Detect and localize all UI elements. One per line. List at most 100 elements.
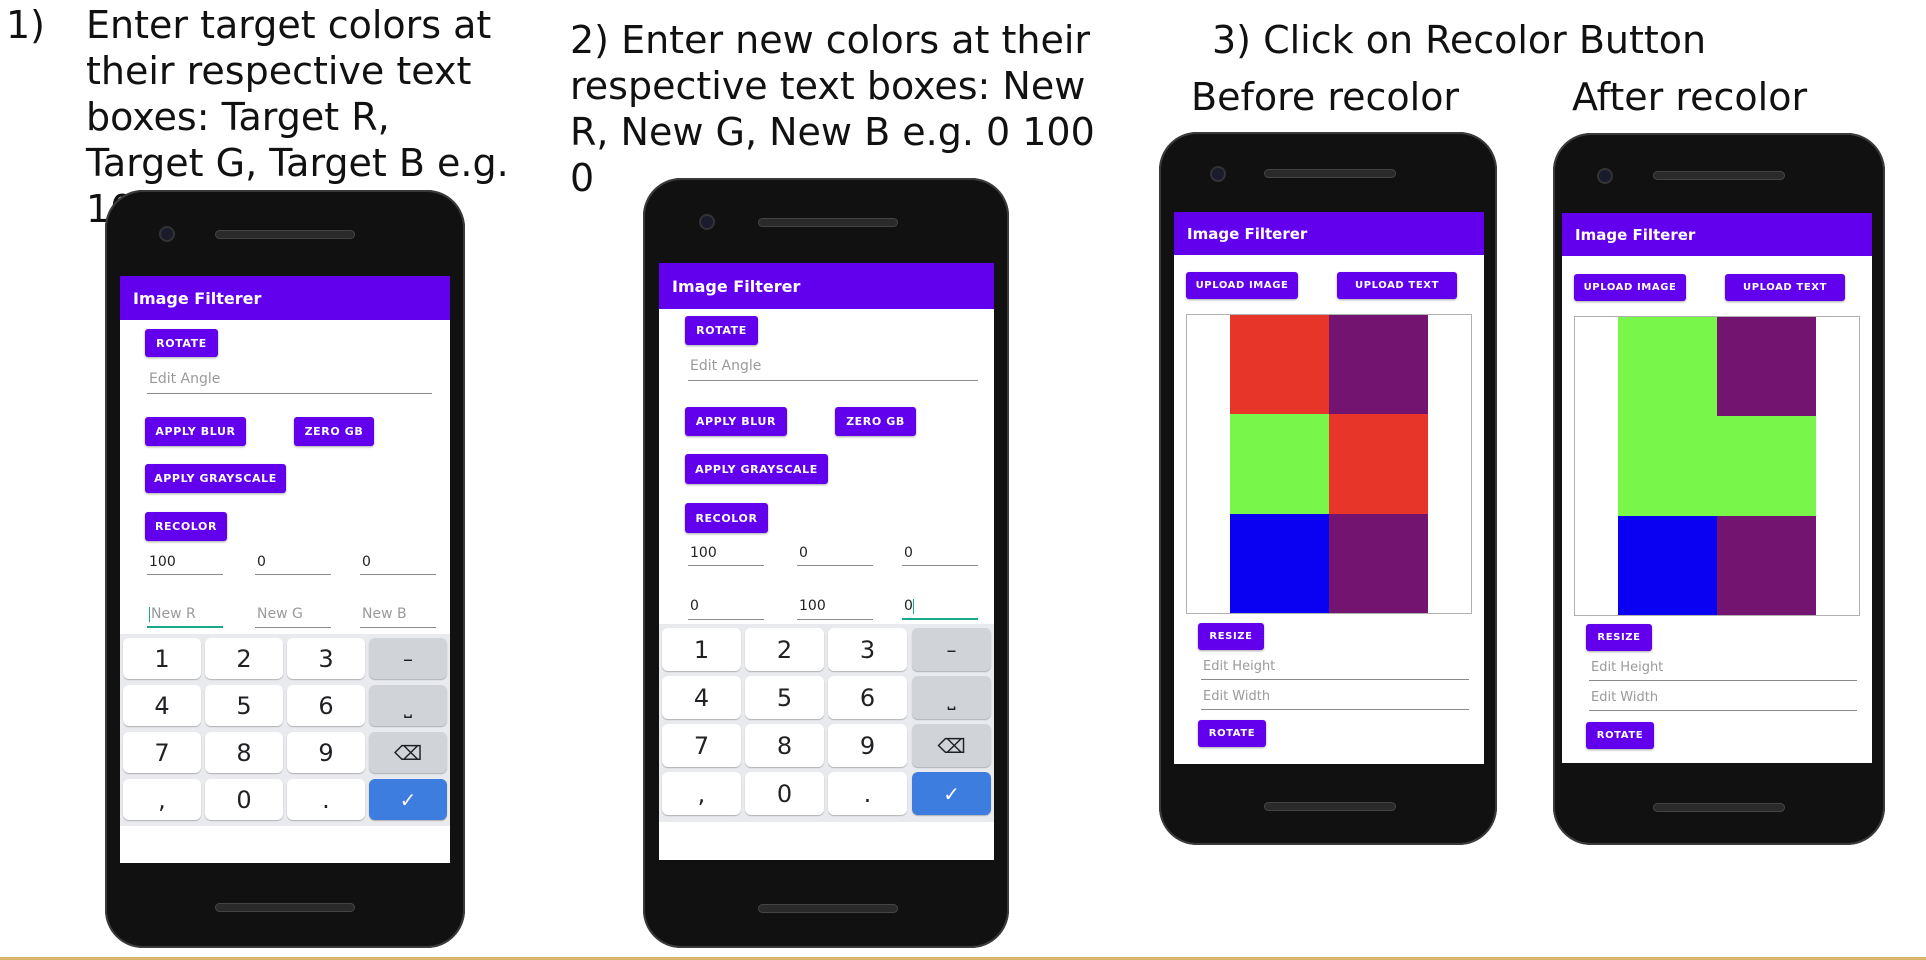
upload-text-button[interactable]: UPLOAD TEXT — [1337, 272, 1457, 299]
app-bar: Image Filterer — [120, 276, 450, 320]
key-0[interactable]: 0 — [205, 779, 283, 820]
edit-angle-input[interactable]: Edit Angle — [688, 358, 978, 381]
phone-2-screen: Image Filterer ROTATE Edit Angle APPLY B… — [659, 263, 994, 860]
upload-text-button[interactable]: UPLOAD TEXT — [1725, 274, 1845, 301]
color-block — [1717, 416, 1816, 516]
bottom-speaker — [1264, 802, 1396, 811]
rotate-button[interactable]: ROTATE — [685, 316, 758, 345]
before-recolor-label: Before recolor — [1191, 75, 1460, 119]
apply-grayscale-button[interactable]: APPLY GRAYSCALE — [145, 464, 286, 493]
edit-width-input[interactable]: Edit Width — [1201, 689, 1469, 710]
key-4[interactable]: 4 — [123, 685, 201, 726]
recolor-button[interactable]: RECOLOR — [145, 512, 227, 541]
key-1[interactable]: 1 — [662, 628, 741, 671]
bottom-speaker — [1653, 803, 1785, 812]
key-space[interactable]: ⎵ — [912, 676, 991, 719]
new-g-input[interactable]: New G — [255, 606, 331, 628]
phone-after-recolor: Image Filterer UPLOAD IMAGE UPLOAD TEXT … — [1553, 133, 1885, 845]
key-5[interactable]: 5 — [745, 676, 824, 719]
key-9[interactable]: 9 — [287, 732, 365, 773]
key-1[interactable]: 1 — [123, 638, 201, 679]
target-r-input[interactable]: 100 — [147, 554, 223, 575]
rotate-button[interactable]: ROTATE — [1586, 722, 1654, 749]
key-minus[interactable]: – — [912, 628, 991, 671]
upload-image-button[interactable]: UPLOAD IMAGE — [1186, 272, 1298, 299]
app-title: Image Filterer — [1575, 225, 1696, 244]
key-2[interactable]: 2 — [745, 628, 824, 671]
rotate-button[interactable]: ROTATE — [1198, 720, 1266, 747]
front-camera — [701, 216, 713, 228]
color-block — [1329, 414, 1428, 514]
edit-width-input[interactable]: Edit Width — [1589, 690, 1857, 711]
new-r-input[interactable]: New R — [147, 606, 223, 628]
key-space[interactable]: ⎵ — [369, 685, 447, 726]
key-comma[interactable]: , — [123, 779, 201, 820]
new-r-input[interactable]: 0 — [688, 598, 764, 620]
bottom-speaker — [758, 904, 898, 913]
rotate-button[interactable]: ROTATE — [145, 329, 218, 357]
target-b-input[interactable]: 0 — [902, 545, 978, 566]
key-3[interactable]: 3 — [828, 628, 907, 671]
key-2[interactable]: 2 — [205, 638, 283, 679]
before-screen: Image Filterer UPLOAD IMAGE UPLOAD TEXT … — [1174, 212, 1484, 764]
new-g-input[interactable]: 100 — [797, 598, 873, 620]
target-g-input[interactable]: 0 — [255, 554, 331, 575]
upload-image-button[interactable]: UPLOAD IMAGE — [1574, 274, 1686, 301]
edit-height-input[interactable]: Edit Height — [1589, 660, 1857, 681]
key-done[interactable]: ✓ — [912, 772, 991, 815]
target-g-input[interactable]: 0 — [797, 545, 873, 566]
key-3[interactable]: 3 — [287, 638, 365, 679]
numeric-keyboard: 1 2 3 – 4 5 6 ⎵ 7 8 9 ⌫ , 0 . ✓ — [120, 634, 450, 826]
app-title: Image Filterer — [672, 276, 801, 296]
resize-button[interactable]: RESIZE — [1586, 624, 1652, 651]
color-block — [1329, 513, 1428, 613]
target-r-input[interactable]: 100 — [688, 545, 764, 566]
phone-1: Image Filterer ROTATE Edit Angle APPLY B… — [105, 190, 465, 948]
apply-blur-button[interactable]: APPLY BLUR — [685, 407, 787, 436]
key-dot[interactable]: . — [828, 772, 907, 815]
key-9[interactable]: 9 — [828, 724, 907, 767]
zero-gb-button[interactable]: ZERO GB — [835, 407, 916, 436]
top-speaker — [758, 218, 898, 227]
edit-angle-input[interactable]: Edit Angle — [147, 371, 432, 394]
image-preview — [1186, 314, 1472, 614]
key-done[interactable]: ✓ — [369, 779, 447, 820]
numeric-keyboard: 1 2 3 – 4 5 6 ⎵ 7 8 9 ⌫ , 0 . ✓ — [659, 624, 994, 822]
apply-blur-button[interactable]: APPLY BLUR — [145, 417, 246, 446]
key-comma[interactable]: , — [662, 772, 741, 815]
app-bar: Image Filterer — [1562, 213, 1872, 256]
key-5[interactable]: 5 — [205, 685, 283, 726]
key-6[interactable]: 6 — [828, 676, 907, 719]
key-8[interactable]: 8 — [745, 724, 824, 767]
front-camera — [1212, 168, 1224, 180]
new-b-input[interactable]: 0 — [902, 598, 978, 620]
recolor-button[interactable]: RECOLOR — [685, 503, 768, 533]
key-minus[interactable]: – — [369, 638, 447, 679]
target-b-input[interactable]: 0 — [360, 554, 436, 575]
edit-height-input[interactable]: Edit Height — [1201, 659, 1469, 680]
key-4[interactable]: 4 — [662, 676, 741, 719]
key-dot[interactable]: . — [287, 779, 365, 820]
after-recolor-label: After recolor — [1572, 75, 1808, 119]
phone-before-recolor: Image Filterer UPLOAD IMAGE UPLOAD TEXT … — [1159, 132, 1497, 845]
color-block — [1717, 515, 1816, 615]
key-0[interactable]: 0 — [745, 772, 824, 815]
key-7[interactable]: 7 — [123, 732, 201, 773]
key-7[interactable]: 7 — [662, 724, 741, 767]
bottom-speaker — [215, 903, 355, 912]
color-block — [1618, 416, 1717, 516]
step1-number: 1) — [6, 3, 46, 47]
key-8[interactable]: 8 — [205, 732, 283, 773]
zero-gb-button[interactable]: ZERO GB — [294, 417, 374, 446]
key-backspace[interactable]: ⌫ — [369, 732, 447, 773]
key-backspace[interactable]: ⌫ — [912, 724, 991, 767]
step3-caption: 3) Click on Recolor Button — [1212, 18, 1707, 62]
front-camera — [1599, 170, 1611, 182]
app-bar: Image Filterer — [1174, 212, 1484, 255]
color-block — [1230, 513, 1329, 613]
resize-button[interactable]: RESIZE — [1198, 623, 1264, 650]
new-b-input[interactable]: New B — [360, 606, 436, 628]
app-title: Image Filterer — [133, 288, 262, 308]
apply-grayscale-button[interactable]: APPLY GRAYSCALE — [685, 454, 828, 484]
key-6[interactable]: 6 — [287, 685, 365, 726]
